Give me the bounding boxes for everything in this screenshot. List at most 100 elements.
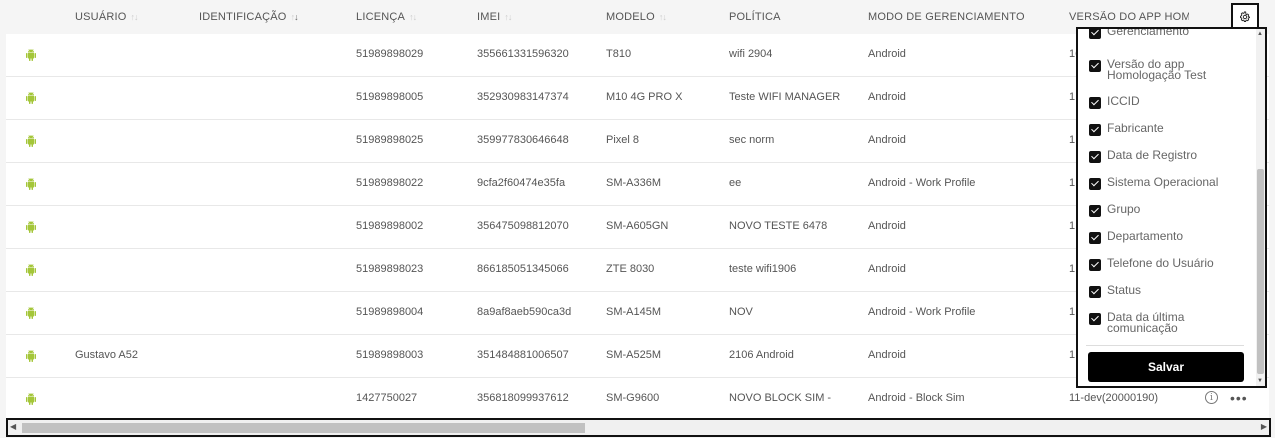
column-header-modo[interactable]: MODO DE GERENCIAMENTO: [868, 11, 1025, 23]
cell-licenca: 51989898002: [356, 220, 424, 232]
column-header-imei[interactable]: IMEI ↑↓: [477, 11, 512, 23]
column-header-modelo[interactable]: MODELO ↑↓: [606, 11, 667, 23]
cell-politica: sec norm: [729, 134, 775, 146]
column-option[interactable]: Sistema Operacional: [1089, 176, 1237, 190]
column-option[interactable]: ICCID: [1089, 94, 1237, 109]
android-icon: [25, 349, 37, 362]
divider: [1086, 345, 1244, 346]
scroll-right-arrow-icon[interactable]: ▶: [1261, 422, 1267, 431]
android-icon: [25, 48, 37, 61]
more-dots-icon[interactable]: •••: [1230, 391, 1248, 405]
cell-modelo: SM-G9600: [606, 392, 660, 404]
cell-usuario: Gustavo A52: [75, 349, 138, 361]
column-header-politica[interactable]: POLÍTICA: [729, 11, 781, 23]
checkbox-checked[interactable]: [1089, 232, 1101, 244]
column-option[interactable]: Gerenciamento: [1089, 29, 1237, 39]
column-option[interactable]: Data da última comunicação: [1089, 311, 1237, 334]
sort-icon[interactable]: ↑↓: [409, 12, 417, 22]
cell-versao: 1: [1069, 306, 1076, 318]
sort-icon[interactable]: ↑↓: [659, 12, 667, 22]
cell-licenca: 1427750027: [356, 392, 418, 404]
column-option[interactable]: Departamento: [1089, 229, 1237, 244]
cell-modelo: SM-A336M: [606, 177, 662, 189]
cell-versao: 1: [1069, 220, 1076, 232]
column-option-label: Grupo: [1107, 202, 1141, 216]
column-header-licenca[interactable]: LICENÇA ↑↓: [356, 11, 417, 23]
android-icon: [25, 263, 37, 276]
checkbox-checked[interactable]: [1089, 97, 1101, 109]
column-option[interactable]: Versão do app Homologação Test: [1089, 57, 1237, 82]
column-option-label: ICCID: [1107, 94, 1140, 108]
cell-licenca: 51989898023: [356, 263, 424, 275]
cell-licenca: 51989898004: [356, 306, 424, 318]
info-icon[interactable]: i: [1205, 391, 1218, 404]
column-option-label: Gerenciamento: [1107, 29, 1190, 38]
horizontal-scrollbar[interactable]: ◀ ▶: [6, 418, 1271, 437]
column-header-identificacao[interactable]: IDENTIFICAÇÃO ↑↓: [199, 11, 299, 23]
checkbox-checked[interactable]: [1089, 313, 1101, 325]
cell-licenca: 51989898025: [356, 134, 424, 146]
checkbox-checked[interactable]: [1089, 286, 1101, 298]
cell-versao: 1: [1069, 91, 1076, 103]
cell-versao: 11-dev(20000190): [1069, 392, 1159, 404]
cell-politica: NOV: [729, 306, 753, 318]
cell-modelo: ZTE 8030: [606, 263, 655, 275]
checkbox-checked[interactable]: [1089, 178, 1101, 190]
checkbox-checked[interactable]: [1089, 29, 1101, 39]
checkbox-checked[interactable]: [1089, 60, 1101, 72]
column-option-label: Departamento: [1107, 229, 1184, 243]
cell-politica: 2106 Android: [729, 349, 794, 361]
checkbox-checked[interactable]: [1089, 151, 1101, 163]
cell-modo: Android: [868, 263, 906, 275]
cell-imei: 356475098812070: [477, 220, 569, 232]
cell-licenca: 51989898003: [356, 349, 424, 361]
checkbox-checked[interactable]: [1089, 205, 1101, 217]
cell-modelo: SM-A525M: [606, 349, 662, 361]
android-icon: [25, 306, 37, 319]
sort-icon[interactable]: ↑↓: [131, 12, 139, 22]
column-option-label: Data de Registro: [1107, 148, 1198, 162]
cell-modo: Android - Work Profile: [868, 177, 976, 189]
column-options-list: Salvar Gerenciamento Versão do app Homolo…: [1078, 29, 1256, 386]
popover-scrollbar[interactable]: ▲ ▼: [1256, 29, 1265, 386]
column-option[interactable]: Data de Registro: [1089, 148, 1237, 163]
popover-scrollbar-thumb[interactable]: [1257, 169, 1264, 374]
checkbox-checked[interactable]: [1089, 124, 1101, 136]
android-icon: [25, 177, 37, 190]
column-option-label: Fabricante: [1107, 121, 1164, 135]
scroll-left-arrow-icon[interactable]: ◀: [10, 422, 16, 431]
cell-modo: Android: [868, 48, 906, 60]
cell-politica: ee: [729, 177, 742, 189]
column-option[interactable]: Fabricante: [1089, 121, 1237, 136]
column-option-label: Status: [1107, 283, 1142, 297]
gear-icon: [1240, 11, 1250, 22]
row-actions: i •••: [1205, 391, 1248, 405]
cell-imei: 8a9af8aeb590ca3d: [477, 306, 572, 318]
cell-licenca: 51989898005: [356, 91, 424, 103]
cell-politica: Teste WIFI MANAGER: [729, 91, 841, 103]
scroll-down-arrow-icon[interactable]: ▼: [1257, 378, 1263, 384]
cell-politica: wifi 2904: [729, 48, 773, 60]
cell-modo: Android: [868, 220, 906, 232]
cell-licenca: 51989898022: [356, 177, 424, 189]
sort-icon[interactable]: ↑↓: [504, 12, 512, 22]
checkbox-checked[interactable]: [1089, 259, 1101, 271]
save-button[interactable]: Salvar: [1088, 352, 1244, 382]
cell-politica: teste wifi1906: [729, 263, 797, 275]
column-option[interactable]: Status: [1089, 283, 1237, 298]
sort-icon[interactable]: ↑↓: [291, 12, 299, 22]
column-header-versao[interactable]: VERSÃO DO APP HOMOLOGAÇÃO: [1069, 11, 1189, 23]
column-option[interactable]: Telefone do Usuário: [1089, 257, 1237, 271]
cell-imei: 359977830646648: [477, 134, 569, 146]
column-option-label: Versão do app Homologação Test: [1107, 57, 1207, 82]
scrollbar-thumb[interactable]: [22, 423, 585, 433]
cell-versao: 1: [1069, 349, 1076, 361]
scroll-up-arrow-icon[interactable]: ▲: [1257, 31, 1263, 37]
android-icon: [25, 220, 37, 233]
column-header-usuario[interactable]: USUÁRIO ↑↓: [75, 11, 139, 23]
cell-modo: Android - Block Sim: [868, 392, 965, 404]
column-settings-popover: Salvar Gerenciamento Versão do app Homolo…: [1076, 27, 1267, 388]
column-option[interactable]: Grupo: [1089, 202, 1237, 217]
cell-modo: Android: [868, 134, 906, 146]
cell-imei: 9cfa2f60474e35fa: [477, 177, 566, 189]
